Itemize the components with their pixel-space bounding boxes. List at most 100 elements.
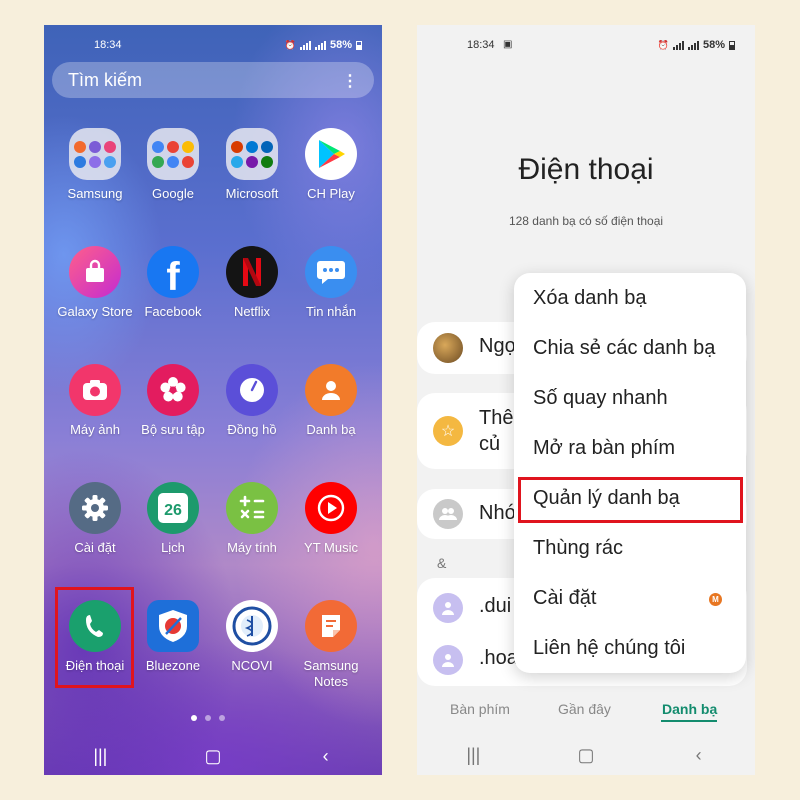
app-galaxy-store[interactable]: Galaxy Store — [55, 246, 135, 320]
favorites-label: Thê — [479, 407, 514, 429]
ncovi-emblem-icon — [226, 600, 278, 652]
flower-icon — [147, 364, 199, 416]
signal-icon — [672, 40, 684, 50]
app-label: Lịch — [161, 540, 185, 555]
group-icon — [433, 499, 463, 529]
app-bluezone[interactable]: Bluezone — [133, 600, 213, 674]
folder-icon — [69, 128, 121, 180]
app-samsung-notes[interactable]: Samsung Notes — [291, 600, 371, 690]
menu-item-thung-rac[interactable]: Thùng rác — [533, 537, 623, 560]
profile-avatar — [433, 333, 463, 363]
status-bar: 18:34 ▣ ⏰ 58% — [417, 39, 755, 53]
battery-icon — [356, 40, 362, 50]
signal-2-icon — [687, 40, 699, 50]
menu-item-xoa-danh-ba[interactable]: Xóa danh bạ — [533, 287, 646, 310]
menu-item-so-quay-nhanh[interactable]: Số quay nhanh — [533, 387, 668, 410]
app-tin-nhan[interactable]: Tin nhắn — [291, 246, 371, 320]
bluezone-shield-icon — [147, 600, 199, 652]
app-label: NCOVI — [231, 658, 273, 673]
message-icon — [305, 246, 357, 298]
recent-apps-button[interactable]: ||| — [80, 746, 120, 767]
calendar-icon: 26 — [147, 482, 199, 534]
page-dot — [205, 715, 211, 721]
tab-danh-ba[interactable]: Danh bạ — [662, 701, 717, 717]
star-icon: ☆ — [433, 416, 463, 446]
app-label: Netflix — [233, 304, 271, 319]
shopping-bag-icon — [69, 246, 121, 298]
app-may-tinh[interactable]: Máy tính — [212, 482, 292, 556]
alarm-icon: ⏰ — [657, 39, 669, 50]
clock-icon — [226, 364, 278, 416]
app-google-folder[interactable]: Google — [133, 128, 213, 202]
menu-item-lien-he[interactable]: Liên hệ chúng tôi — [533, 637, 685, 660]
app-lich[interactable]: 26 Lịch — [133, 482, 213, 556]
folder-icon — [226, 128, 278, 180]
app-label: Máy ảnh — [70, 422, 120, 437]
profile-name: Ngọ — [479, 335, 516, 357]
app-label: Bluezone — [145, 658, 201, 673]
app-label: Microsoft — [225, 186, 279, 201]
app-label: Facebook — [144, 304, 202, 319]
more-options-icon[interactable]: ⋮ — [342, 71, 358, 91]
gallery-icon: ▣ — [503, 39, 513, 50]
bottom-tabs: Bàn phím Gần đây Danh bạ — [417, 701, 755, 731]
app-label: Galaxy Store — [57, 304, 133, 319]
tab-ban-phim[interactable]: Bàn phím — [450, 701, 510, 717]
battery-percent: 58% — [702, 39, 725, 51]
person-icon — [433, 645, 463, 675]
app-ch-play[interactable]: CH Play — [291, 128, 371, 202]
contact-name: .dui — [479, 595, 512, 617]
app-bo-suu-tap[interactable]: Bộ sưu tập — [133, 364, 213, 438]
home-button[interactable]: ▢ — [193, 746, 233, 767]
nav-bar: ||| ▢ ‹ — [417, 742, 755, 768]
notification-badge: M — [709, 593, 722, 606]
app-cai-dat[interactable]: Cài đặt — [55, 482, 135, 556]
favorites-label-2: củ — [479, 433, 501, 455]
app-label: Đồng hồ — [227, 422, 277, 437]
folder-icon — [147, 128, 199, 180]
status-time: 18:34 — [467, 39, 495, 51]
page-dot — [219, 715, 225, 721]
app-danh-ba[interactable]: Danh bạ — [291, 364, 371, 438]
app-label: Tin nhắn — [305, 304, 357, 319]
contact-person-icon — [305, 364, 357, 416]
back-button[interactable]: ‹ — [679, 745, 719, 766]
alarm-icon: ⏰ — [284, 39, 296, 50]
phone-app-screen: 18:34 ▣ ⏰ 58% Điện thoại 128 danh bạ có … — [417, 25, 755, 775]
home-button[interactable]: ▢ — [566, 745, 606, 766]
nav-bar: ||| ▢ ‹ — [44, 743, 382, 769]
app-samsung-folder[interactable]: Samsung — [55, 128, 135, 202]
app-label: Danh bạ — [306, 422, 356, 437]
highlight-dien-thoai — [55, 587, 134, 688]
app-label: Máy tính — [227, 540, 277, 555]
app-facebook[interactable]: f Facebook — [133, 246, 213, 320]
page-title: Điện thoại — [518, 153, 654, 186]
status-time: 18:34 — [94, 39, 122, 51]
active-tab-indicator — [661, 720, 717, 722]
app-yt-music[interactable]: YT Music — [291, 482, 371, 556]
contact-count: 128 danh bạ có số điện thoại — [508, 214, 664, 228]
app-label: CH Play — [307, 186, 355, 201]
app-label: Bộ sưu tập — [141, 422, 205, 437]
app-dong-ho[interactable]: Đồng hồ — [212, 364, 292, 438]
search-bar[interactable]: Tìm kiếm ⋮ — [52, 62, 374, 98]
search-label: Tìm kiếm — [68, 70, 142, 90]
app-microsoft-folder[interactable]: Microsoft — [212, 128, 292, 202]
app-ncovi[interactable]: NCOVI — [212, 600, 292, 674]
notes-icon — [305, 600, 357, 652]
back-button[interactable]: ‹ — [306, 746, 346, 767]
section-header: & — [437, 555, 447, 571]
camera-icon — [69, 364, 121, 416]
signal-icon — [299, 40, 311, 50]
app-may-anh[interactable]: Máy ảnh — [55, 364, 135, 438]
app-label: YT Music — [304, 540, 358, 555]
tab-gan-day[interactable]: Gần đây — [558, 701, 611, 717]
contact-name: .hoa — [479, 647, 518, 669]
app-label: Samsung — [67, 186, 123, 201]
recent-apps-button[interactable]: ||| — [453, 745, 493, 766]
menu-item-chia-se[interactable]: Chia sẻ các danh bạ — [533, 337, 715, 360]
menu-item-mo-ban-phim[interactable]: Mở ra bàn phím — [533, 437, 675, 460]
app-netflix[interactable]: Netflix — [212, 246, 292, 320]
app-label: Cài đặt — [74, 540, 116, 555]
menu-item-cai-dat[interactable]: Cài đặt — [533, 587, 596, 610]
